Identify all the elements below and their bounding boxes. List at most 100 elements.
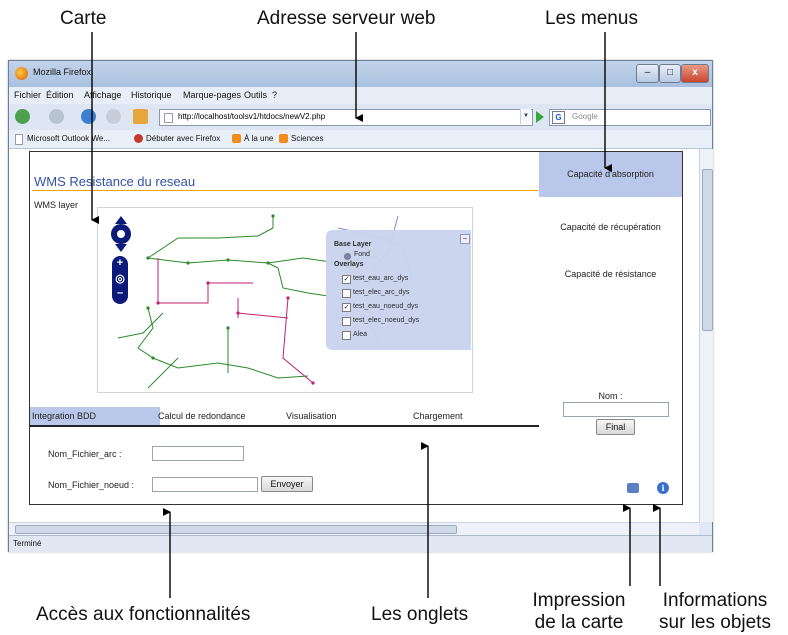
annotation-informations-line2: sur les objets <box>659 612 771 633</box>
elec-network <box>157 258 314 384</box>
noeud-file-input[interactable] <box>152 477 258 492</box>
annotation-impression-line1: Impression <box>532 590 626 611</box>
reload-icon[interactable] <box>81 109 96 124</box>
annotation-carte: Carte <box>60 8 107 29</box>
stop-icon[interactable] <box>106 109 121 124</box>
overlay-checkbox[interactable] <box>342 317 351 326</box>
minimize-button[interactable]: – <box>636 64 659 83</box>
final-button[interactable]: Final <box>596 419 635 435</box>
menu-outils[interactable]: Outils <box>244 90 267 100</box>
title-bar: Mozilla Firefox – □ x <box>9 61 712 87</box>
page-content: WMS Resistance du reseau WMS layer + ◎ –… <box>9 149 712 522</box>
firefox-bookmark-icon <box>134 134 143 143</box>
maximize-button[interactable]: □ <box>659 64 681 83</box>
vertical-scrollbar[interactable] <box>699 149 713 522</box>
annotation-menus: Les menus <box>545 8 638 29</box>
tab-chargement[interactable]: Chargement <box>413 407 463 425</box>
tab-integration-bdd[interactable]: Integration BDD <box>30 407 160 425</box>
info-icon[interactable]: i <box>657 482 669 494</box>
bookmark-outlook[interactable]: Microsoft Outlook We... <box>27 134 110 143</box>
menu-capacite-absorption[interactable]: Capacité d'absorption <box>539 152 682 197</box>
overlay-label: test_elec_noeud_dys <box>353 317 420 324</box>
menu-capacite-recuperation[interactable]: Capacité de récupération <box>539 222 682 232</box>
close-button[interactable]: x <box>681 64 709 83</box>
menu-fichier[interactable]: Fichier <box>14 90 41 100</box>
zoom-in-icon[interactable]: + <box>112 257 128 269</box>
nom-label: Nom : <box>598 391 623 401</box>
annotation-impression: Impression de la carte <box>527 590 631 634</box>
right-menu: Capacité d'absorption Capacité de récupé… <box>539 151 683 505</box>
nom-input[interactable] <box>563 402 669 417</box>
page-icon <box>15 134 23 145</box>
rss-icon <box>279 134 288 143</box>
arc-file-label: Nom_Fichier_arc : <box>48 449 122 459</box>
zoom-control[interactable]: + ◎ – <box>112 256 128 304</box>
zoom-world-icon[interactable]: ◎ <box>112 272 128 285</box>
bookmark-sciences[interactable]: Sciences <box>291 134 323 143</box>
base-layer-radio[interactable] <box>344 253 351 260</box>
menu-edition[interactable]: Édition <box>46 90 74 100</box>
scroll-thumb[interactable] <box>15 525 457 534</box>
bookmark-debuter[interactable]: Débuter avec Firefox <box>146 134 220 143</box>
overlay-label: test_elec_arc_dys <box>353 289 410 296</box>
overlay-label: test_eau_arc_dys <box>353 275 409 282</box>
annotation-acces-fonctionnalites: Accès aux fonctionnalités <box>36 604 251 625</box>
title-divider <box>32 190 538 191</box>
overlays-title: Overlays <box>334 261 364 268</box>
back-arrow-icon[interactable] <box>15 109 30 124</box>
navigation-bar: http://localhost/toolsv1/htdocs/newV2.ph… <box>9 104 712 130</box>
base-layer-title: Base Layer <box>334 241 372 248</box>
search-input[interactable]: G Google <box>549 109 711 126</box>
page-icon <box>164 113 173 123</box>
arc-file-input[interactable] <box>152 446 244 461</box>
overlay-checkbox[interactable] <box>342 331 351 340</box>
go-arrow-icon[interactable] <box>536 111 544 123</box>
browser-window: Mozilla Firefox – □ x Fichier Édition Af… <box>8 60 713 552</box>
menu-bar: Fichier Édition Affichage Historique Mar… <box>9 87 712 104</box>
tab-visualisation[interactable]: Visualisation <box>286 407 336 425</box>
address-bar[interactable]: http://localhost/toolsv1/htdocs/newV2.ph… <box>159 109 533 126</box>
overlay-checkbox[interactable]: ✓ <box>342 275 351 284</box>
send-button[interactable]: Envoyer <box>261 476 313 492</box>
status-text: Terminé <box>13 539 42 548</box>
pan-control-icon[interactable] <box>110 216 132 252</box>
menu-affichage[interactable]: Affichage <box>84 90 121 100</box>
tab-calcul-redondance[interactable]: Calcul de redondance <box>158 407 246 425</box>
noeud-file-label: Nom_Fichier_noeud : <box>48 480 135 490</box>
wms-layer-label: WMS layer <box>34 200 79 210</box>
menu-marque-pages[interactable]: Marque-pages <box>183 90 241 100</box>
horizontal-scrollbar[interactable] <box>9 522 699 535</box>
menu-capacite-resistance[interactable]: Capacité de résistance <box>539 269 682 279</box>
base-layer-fond: Fond <box>354 251 370 258</box>
minimize-icon[interactable]: – <box>460 234 470 244</box>
tab-bar: Integration BDD Calcul de redondance Vis… <box>30 407 540 427</box>
scroll-thumb[interactable] <box>702 169 713 331</box>
menu-aide[interactable]: ? <box>272 90 277 100</box>
annotation-informations-line1: Informations <box>662 590 768 611</box>
annotation-impression-line2: de la carte <box>534 612 624 633</box>
rss-icon <box>232 134 241 143</box>
annotation-adresse-serveur: Adresse serveur web <box>257 8 436 29</box>
chevron-down-icon[interactable]: ▼ <box>520 109 531 124</box>
layer-switcher: – Base Layer Fond Overlays ✓ test_eau_ar… <box>326 230 471 350</box>
menu-historique[interactable]: Historique <box>131 90 172 100</box>
overlay-label: Alea <box>353 331 368 338</box>
page-title: WMS Resistance du reseau <box>34 174 196 189</box>
map-viewport[interactable]: + ◎ – – Base Layer Fond Overlays ✓ test_… <box>97 207 473 393</box>
overlay-checkbox[interactable] <box>342 289 351 298</box>
bookmark-a-la-une[interactable]: À la une <box>244 134 273 143</box>
zoom-out-icon[interactable]: – <box>112 287 128 299</box>
home-icon[interactable] <box>133 109 148 124</box>
overlay-label: test_eau_noeud_dys <box>353 303 418 310</box>
annotation-informations: Informations sur les objets <box>654 590 776 634</box>
app-panel: WMS Resistance du reseau WMS layer + ◎ –… <box>29 151 541 505</box>
address-url: http://localhost/toolsv1/htdocs/newV2.ph… <box>178 112 326 121</box>
bookmarks-bar: Microsoft Outlook We... Débuter avec Fir… <box>9 130 712 149</box>
google-icon: G <box>552 111 565 124</box>
window-title: Mozilla Firefox <box>33 67 92 77</box>
forward-arrow-icon[interactable] <box>49 109 64 124</box>
status-bar: Terminé <box>9 535 712 552</box>
overlay-checkbox[interactable]: ✓ <box>342 303 351 312</box>
printer-icon[interactable] <box>627 483 639 493</box>
search-placeholder: Google <box>572 112 598 121</box>
